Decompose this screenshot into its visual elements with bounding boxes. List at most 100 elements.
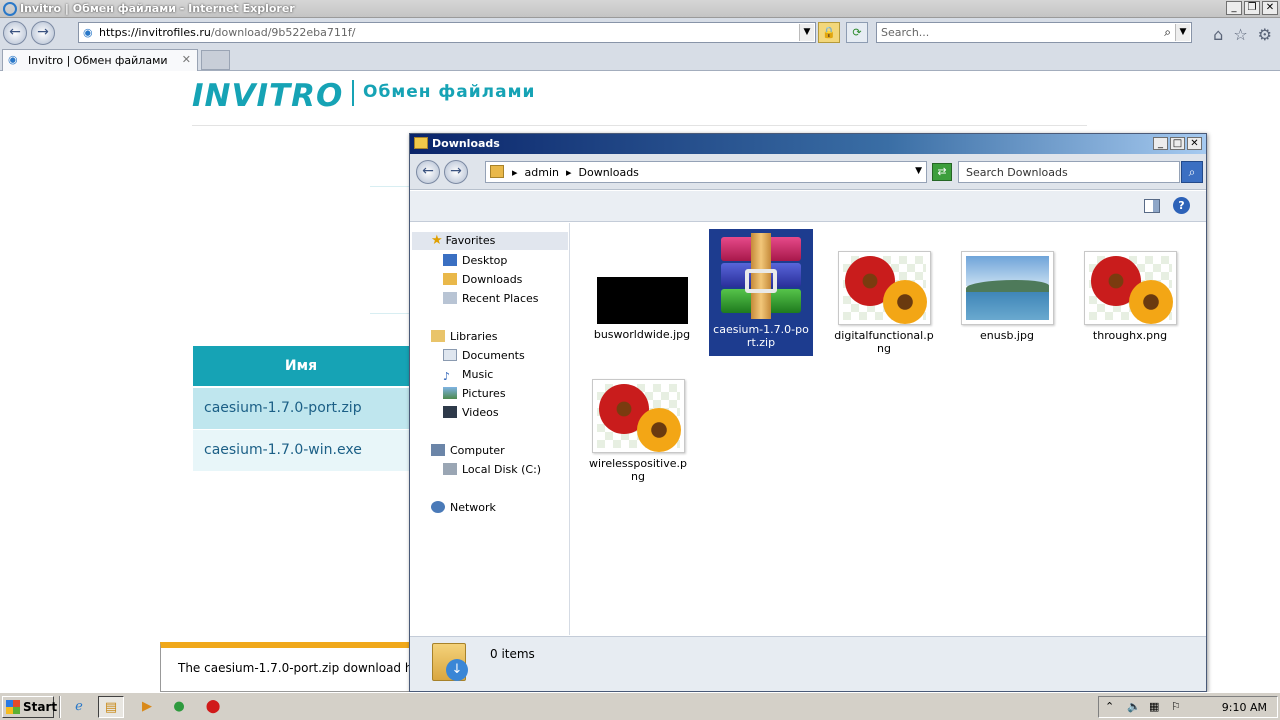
help-icon[interactable]: ? [1173,197,1190,214]
sidebar-item-recent-places[interactable]: Recent Places [443,292,539,305]
explorer-title-bar: Downloads _ □ ✕ [410,134,1206,154]
decor-line [370,313,410,314]
sidebar-item-favorites[interactable]: ★ Favorites [412,232,568,250]
sidebar-item-music[interactable]: ♪ Music [443,368,493,383]
ie-title-bar: Invitro | Обмен файлами - Internet Explo… [0,0,1280,18]
breadcrumb-admin[interactable]: admin [525,166,559,179]
sidebar-item-network[interactable]: Network [431,501,496,514]
winrar-archive-icon [715,233,807,319]
address-dropdown-icon[interactable]: ▼ [799,24,814,41]
sidebar-item-local-disk[interactable]: Local Disk (C:) [443,463,541,476]
browser-tab[interactable]: ◉ Invitro | Обмен файлами ✕ [2,49,198,71]
downloads-folder-icon [443,273,457,285]
explorer-close-button[interactable]: ✕ [1187,137,1202,150]
disk-icon [443,463,457,475]
ie-taskbar-icon[interactable]: ℯ [66,696,92,718]
image-thumbnail [1083,251,1177,325]
taskbar-separator [59,696,61,718]
ie-toolbar-icons: ⌂ ☆ ⚙ [1213,25,1272,44]
explorer-minimize-button[interactable]: _ [1153,137,1168,150]
breadcrumb[interactable]: ▸ admin ▸ Downloads ▼ [485,161,927,183]
breadcrumb-dropdown-icon[interactable]: ▼ [915,166,922,176]
search-placeholder: Search... [881,26,930,39]
system-tray: ⌃ 🔈 ▦ ⚐ 9:10 AM [1098,696,1278,718]
ie-navigation-bar: ← → ◉ https://invitrofiles.ru/download/9… [0,18,1280,48]
recent-places-icon [443,292,457,304]
explorer-search-input[interactable]: Search Downloads [958,161,1180,183]
security-lock-icon[interactable]: 🔒 [818,22,840,43]
navigation-pane: ★ Favorites Desktop Downloads Recent Plac… [412,223,570,635]
network-tray-icon[interactable]: ▦ [1149,700,1159,713]
explorer-nav-bar: ← → ▸ admin ▸ Downloads ▼ ⇄ Search Downl… [410,154,1206,190]
file-item[interactable]: wirelesspositive.png [586,379,690,487]
sidebar-item-computer[interactable]: Computer [431,444,505,457]
header-divider [192,125,1087,126]
home-icon[interactable]: ⌂ [1213,25,1223,44]
explorer-taskbar-icon[interactable]: ▤ [98,696,124,718]
image-thumbnail [591,379,685,453]
file-list: busworldwide.jpg caesium-1.7.0-port.zip … [572,223,1204,635]
explorer-search-placeholder: Search Downloads [966,166,1068,179]
start-button[interactable]: Start [2,696,57,718]
image-thumbnail [837,251,931,325]
tab-site-icon: ◉ [8,53,18,66]
file-item[interactable]: busworldwide.jpg [590,229,694,351]
file-item-selected[interactable]: caesium-1.7.0-port.zip [709,229,813,356]
volume-icon[interactable]: 🔈 [1127,700,1141,713]
file-item[interactable]: enusb.jpg [955,251,1059,351]
forward-button[interactable]: → [31,21,55,45]
brand-logo[interactable]: INVITRO [192,78,343,114]
sidebar-item-libraries[interactable]: Libraries [431,330,498,343]
clock[interactable]: 9:10 AM [1222,701,1267,714]
explorer-window-controls: _ □ ✕ [1153,137,1202,150]
back-button[interactable]: ← [3,21,27,45]
ie-search-input[interactable]: Search... ⌕ ▼ [876,22,1192,43]
file-name: busworldwide.jpg [593,328,691,341]
file-name: enusb.jpg [980,329,1034,342]
computer-icon [431,444,445,456]
brand-subtitle: Обмен файлами [363,82,536,102]
preview-pane-icon[interactable] [1144,199,1160,213]
refresh-button[interactable]: ⟳ [846,22,868,43]
documents-icon [443,349,457,361]
site-icon: ◉ [83,26,93,39]
favorites-star-icon[interactable]: ☆ [1233,25,1247,44]
explorer-maximize-button[interactable]: □ [1170,137,1185,150]
table-row[interactable]: caesium-1.7.0-win.exe [193,430,409,471]
image-thumbnail [960,251,1054,325]
sidebar-item-documents[interactable]: Documents [443,349,525,362]
explorer-back-button[interactable]: ← [416,160,440,184]
file-item[interactable]: digitalfunctional.png [832,251,936,359]
file-item[interactable]: throughx.png [1078,251,1182,351]
chrome-icon[interactable]: ● [166,696,192,718]
sidebar-item-pictures[interactable]: Pictures [443,387,506,400]
security-app-icon[interactable]: ⬤ [200,696,226,718]
tray-expand-icon[interactable]: ⌃ [1105,700,1114,713]
table-row[interactable]: caesium-1.7.0-port.zip [193,388,409,429]
minimize-button[interactable]: _ [1226,1,1242,15]
search-dropdown-icon[interactable]: ▼ [1175,24,1190,41]
folder-icon [414,137,428,149]
explorer-search-icon[interactable]: ⌕ [1181,161,1203,183]
image-thumbnail [596,277,688,324]
action-center-flag-icon[interactable]: ⚐ [1171,700,1181,713]
explorer-toolbar: ? [410,191,1206,222]
breadcrumb-downloads[interactable]: Downloads [579,166,639,179]
explorer-forward-button[interactable]: → [444,160,468,184]
new-tab-button[interactable] [201,50,230,70]
address-url: https://invitrofiles.ru/download/9b522eb… [99,26,356,39]
gear-icon[interactable]: ⚙ [1258,25,1272,44]
sidebar-item-videos[interactable]: Videos [443,406,499,419]
restore-button[interactable]: ❐ [1244,1,1260,15]
breadcrumb-path: ▸ admin ▸ Downloads [512,166,639,179]
file-name: caesium-1.7.0-port.zip [713,323,809,349]
sidebar-item-desktop[interactable]: Desktop [443,254,507,267]
address-bar[interactable]: ◉ https://invitrofiles.ru/download/9b522… [78,22,816,43]
tab-close-icon[interactable]: ✕ [182,53,191,66]
media-player-icon[interactable]: ▶ [134,696,160,718]
close-button[interactable]: ✕ [1262,1,1278,15]
details-pane: ↓ 0 items [410,636,1206,691]
refresh-icon[interactable]: ⇄ [932,163,952,181]
sidebar-item-downloads[interactable]: Downloads [443,273,522,286]
search-icon[interactable]: ⌕ [1164,25,1171,40]
